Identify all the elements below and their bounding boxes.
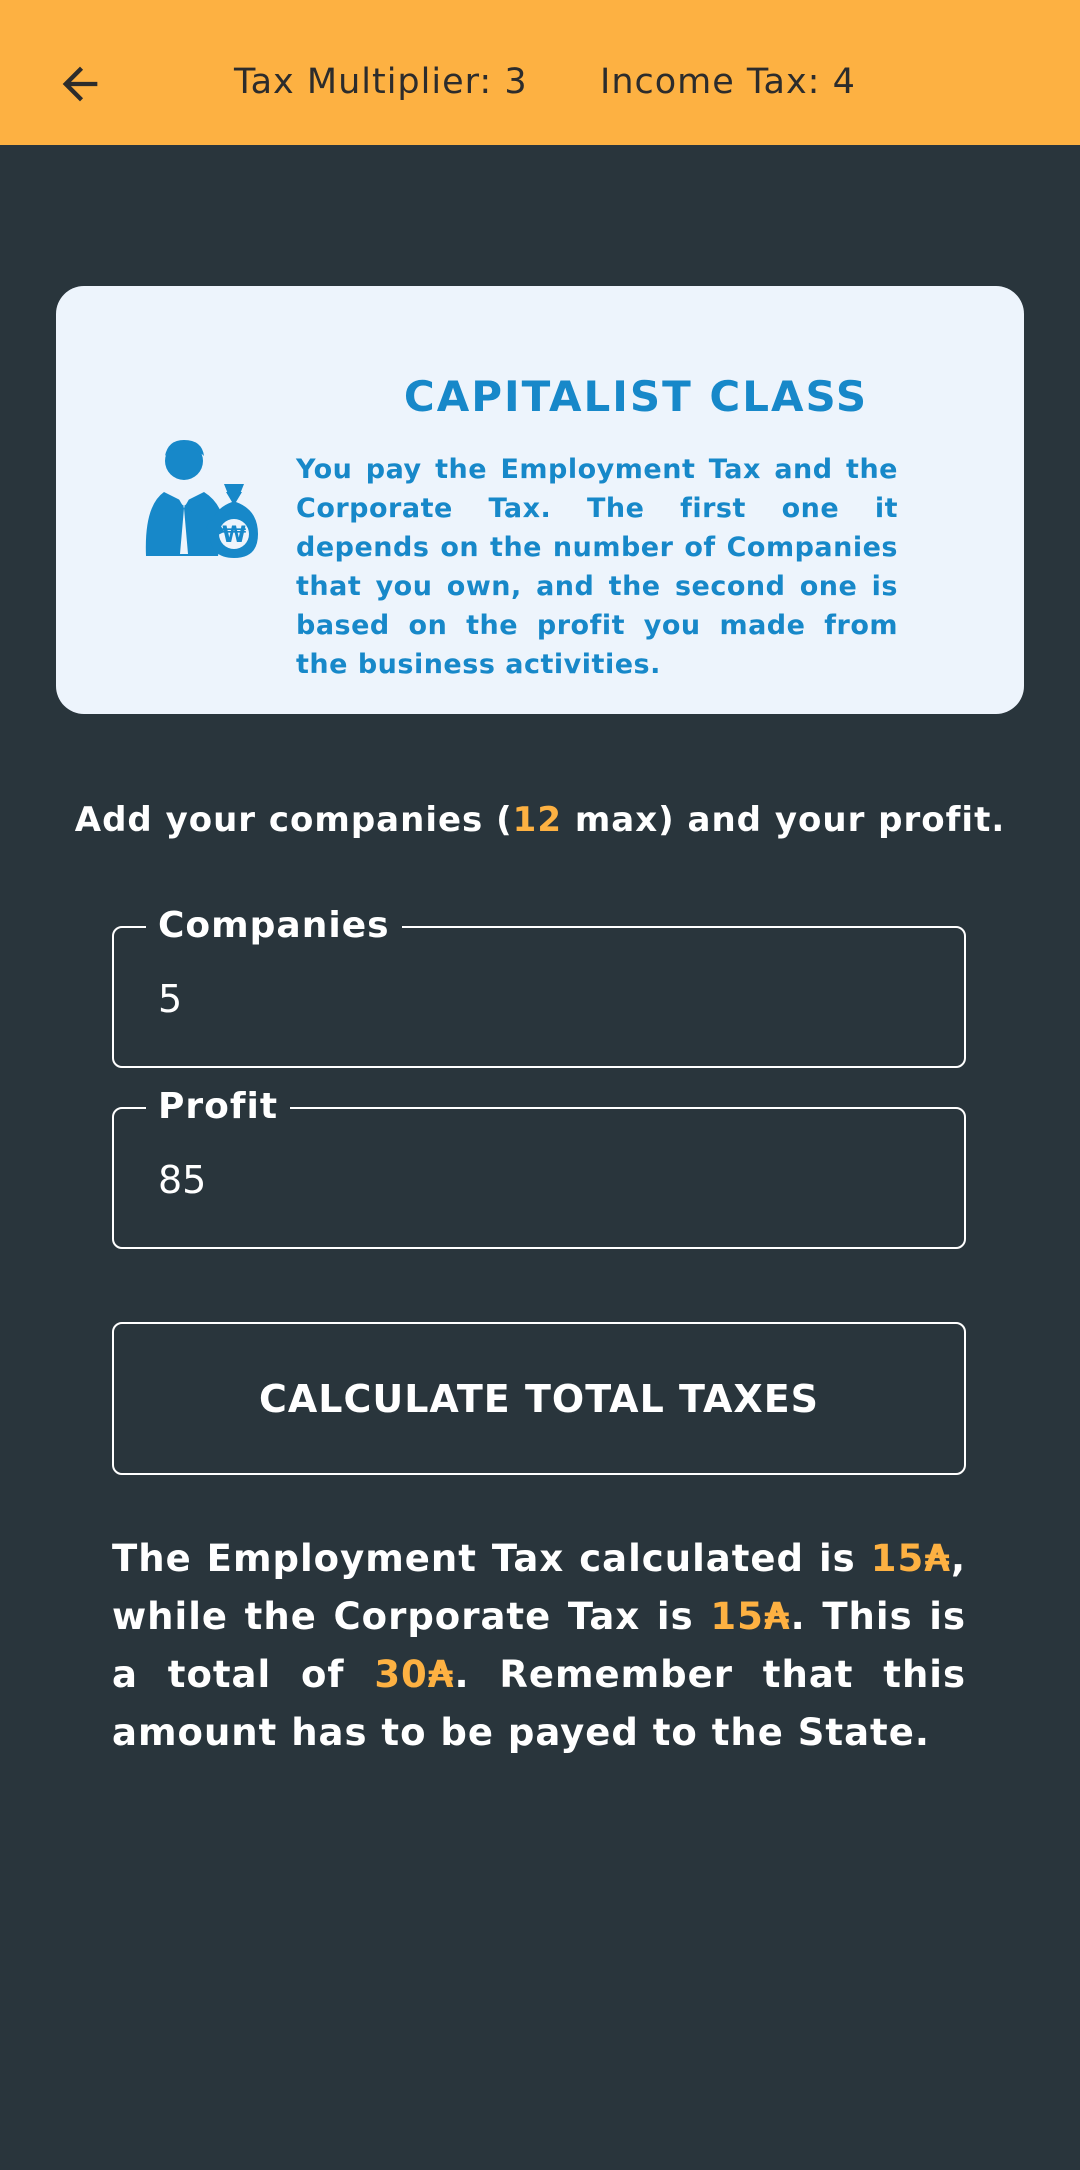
arrow-left-icon <box>62 66 98 102</box>
instruction-after: max) and your profit. <box>562 800 1006 840</box>
instruction-text: Add your companies (12 max) and your pro… <box>0 800 1080 840</box>
corporate-tax-amount: 15₳ <box>710 1595 791 1638</box>
tax-result-text: The Employment Tax calculated is 15₳, wh… <box>112 1530 966 1762</box>
companies-label: Companies <box>146 902 402 950</box>
class-title: CAPITALIST CLASS <box>403 372 869 421</box>
class-description: You pay the Employment Tax and the Corpo… <box>296 454 898 680</box>
profit-label: Profit <box>146 1083 291 1131</box>
income-tax-text: Income Tax: 4 <box>600 62 856 102</box>
calculate-total-taxes-button[interactable]: CALCULATE TOTAL TAXES <box>112 1322 966 1475</box>
result-part-1: The Employment Tax calculated is <box>112 1537 871 1580</box>
tax-multiplier-text: Tax Multiplier: 3 <box>234 62 528 102</box>
max-companies-value: 12 <box>512 800 562 840</box>
svg-text:₩: ₩ <box>222 523 246 548</box>
class-info-card: ₩ CAPITALIST CLASS You pay the Employmen… <box>56 286 1024 714</box>
profit-field[interactable]: Profit <box>112 1083 966 1249</box>
top-app-bar: Tax Multiplier: 3 Income Tax: 4 <box>0 0 1080 145</box>
total-tax-amount: 30₳ <box>374 1653 455 1696</box>
companies-field[interactable]: Companies <box>112 902 966 1068</box>
profit-input[interactable] <box>158 1155 918 1205</box>
businessman-money-bag-icon: ₩ <box>145 440 258 558</box>
back-button[interactable] <box>48 52 112 116</box>
instruction-before: Add your companies ( <box>74 800 513 840</box>
employment-tax-amount: 15₳ <box>870 1537 951 1580</box>
companies-input[interactable] <box>158 974 918 1024</box>
